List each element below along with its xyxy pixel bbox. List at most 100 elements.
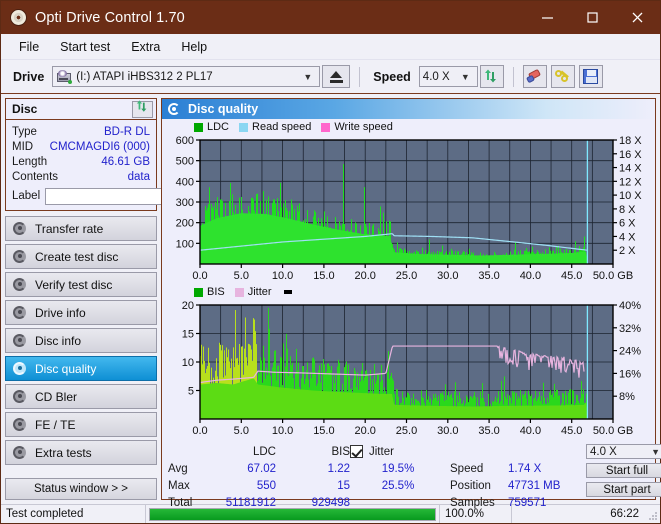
sidebar-item-extra-tests[interactable]: Extra tests xyxy=(5,440,157,465)
ldc-chart: LDC Read speed Write speed 100 200 300 400 5… xyxy=(162,119,655,284)
close-button[interactable] xyxy=(615,1,660,34)
speed-select[interactable]: 4.0 X ▼ xyxy=(418,66,478,87)
sidebar-item-label: FE / TE xyxy=(35,417,76,432)
stats-row-avg: Avg 67.02 1.22 xyxy=(168,460,350,477)
start-part-button[interactable]: Start part xyxy=(586,482,661,497)
main-area: Disc Type BD-R DL MID CMCMAGDI6 (000) Le… xyxy=(1,94,661,509)
eject-icon xyxy=(329,70,343,83)
chevron-down-icon: ▼ xyxy=(651,446,660,457)
stats-row-header: Max xyxy=(168,479,190,492)
stats-col-bis: BIS xyxy=(331,445,350,458)
erase-button[interactable] xyxy=(522,65,547,88)
eject-button[interactable] xyxy=(322,65,351,88)
legend-marker-icon xyxy=(283,290,292,294)
svg-text:0.0: 0.0 xyxy=(192,270,207,282)
runtime-row-position: Position 47731 MB xyxy=(450,477,586,494)
disc-rows: Type BD-R DL MID CMCMAGDI6 (000) Length … xyxy=(6,120,252,210)
menu-item-start-test[interactable]: Start test xyxy=(51,38,119,56)
runtime-key: Position xyxy=(450,479,491,492)
stats-col-ldc: LDC xyxy=(252,445,276,458)
bis-plot-svg: 5 10 15 20 8% 16% 24% 32% 40% 0.0 5.0 10.0 15.0 20.0 2… xyxy=(182,300,641,437)
bis-chart: BIS Jitter 5 10 15 20 8% 16% 24% 32% 40% 0.0 5.0 10… xyxy=(162,284,655,439)
app-window: Opti Drive Control 1.70 File Start test … xyxy=(0,0,661,524)
sidebar-item-drive-info[interactable]: Drive info xyxy=(5,300,157,325)
save-button[interactable] xyxy=(578,65,603,88)
svg-text:15.0: 15.0 xyxy=(313,270,334,282)
disc-row-key: Type xyxy=(12,125,37,138)
drive-select-value: (I:) ATAPI iHBS312 2 PL17 xyxy=(76,70,213,83)
svg-text:600: 600 xyxy=(176,135,194,147)
sidebar-item-disc-quality[interactable]: Disc quality xyxy=(5,356,157,381)
sidebar-item-fe-te[interactable]: FE / TE xyxy=(5,412,157,437)
legend-swatch-jitter xyxy=(234,287,244,297)
sidebar-item-label: Disc info xyxy=(35,333,82,348)
disc-panel-title: Disc xyxy=(12,102,38,116)
sidebar-item-disc-info[interactable]: Disc info xyxy=(5,328,157,353)
maximize-button[interactable] xyxy=(570,1,615,34)
svg-text:5.0: 5.0 xyxy=(234,425,249,437)
refresh-icon xyxy=(136,100,149,118)
status-window-button[interactable]: Status window > > xyxy=(5,478,157,500)
svg-text:25.0: 25.0 xyxy=(396,270,417,282)
floppy-save-icon xyxy=(583,69,599,84)
disc-refresh-button[interactable] xyxy=(132,100,153,118)
sidebar-item-label: Disc quality xyxy=(35,361,97,376)
svg-text:15.0: 15.0 xyxy=(313,425,334,437)
menu-item-help[interactable]: Help xyxy=(172,38,216,56)
stats-row-total: Total 51181912 929498 xyxy=(168,494,350,511)
sidebar-item-transfer-rate[interactable]: Transfer rate xyxy=(5,216,157,241)
stats-ldc-avg: 67.02 xyxy=(247,462,276,475)
disc-panel-header: Disc xyxy=(6,99,156,120)
settings-button[interactable] xyxy=(550,65,575,88)
svg-text:4 X: 4 X xyxy=(619,231,636,243)
sidebar-item-label: Extra tests xyxy=(35,445,92,460)
stats-row-header: Avg xyxy=(168,462,188,475)
svg-text:40%: 40% xyxy=(619,300,641,312)
refresh-icon xyxy=(484,69,500,85)
menu-item-extra[interactable]: Extra xyxy=(122,38,169,56)
minimize-button[interactable] xyxy=(525,1,570,34)
jitter-column: Jitter 19.5% 25.5% xyxy=(350,443,446,497)
svg-text:40.0: 40.0 xyxy=(520,270,541,282)
svg-text:50.0 GB: 50.0 GB xyxy=(593,270,633,282)
svg-text:35.0: 35.0 xyxy=(478,425,499,437)
svg-text:50.0 GB: 50.0 GB xyxy=(593,425,633,437)
title-bar: Opti Drive Control 1.70 xyxy=(1,1,660,34)
disc-test-icon xyxy=(13,305,27,320)
jitter-header-row: Jitter xyxy=(350,443,446,460)
stats-bis-avg: 1.22 xyxy=(327,462,350,475)
toolbar-divider xyxy=(512,66,514,87)
resize-grip-icon[interactable] xyxy=(644,505,660,523)
legend-swatch-write-speed xyxy=(321,122,331,132)
disc-row-key: Length xyxy=(12,155,48,168)
legend-swatch-ldc xyxy=(194,122,203,132)
refresh-button[interactable] xyxy=(479,65,504,88)
svg-text:32%: 32% xyxy=(619,323,641,335)
sidebar-item-cd-bler[interactable]: CD Bler xyxy=(5,384,157,409)
legend-label-bis: BIS xyxy=(207,286,225,298)
disc-test-icon xyxy=(13,361,27,376)
content-panel: Disc quality LDC Read speed Write speed … xyxy=(161,98,661,509)
speed-label: Speed xyxy=(373,69,411,84)
start-full-button[interactable]: Start full xyxy=(586,463,661,478)
svg-text:30.0: 30.0 xyxy=(437,270,458,282)
sidebar-item-verify-test-disc[interactable]: Verify test disc xyxy=(5,272,157,297)
jitter-avg: 19.5% xyxy=(381,462,415,475)
jitter-avg-row: 19.5% xyxy=(350,460,446,477)
jitter-header: Jitter xyxy=(350,445,394,458)
drive-select[interactable]: (I:) ATAPI iHBS312 2 PL17 ▼ xyxy=(52,66,321,87)
sidebar-item-create-test-disc[interactable]: Create test disc xyxy=(5,244,157,269)
svg-text:100: 100 xyxy=(176,238,194,250)
legend-swatch-read-speed xyxy=(239,122,249,132)
menu-item-file[interactable]: File xyxy=(10,38,48,56)
nav-buttons: Transfer rate Create test disc Verify te… xyxy=(5,216,157,465)
svg-text:15: 15 xyxy=(182,329,194,341)
charts-container: LDC Read speed Write speed 100 200 300 400 5… xyxy=(162,119,655,439)
svg-text:20.0: 20.0 xyxy=(354,425,375,437)
jitter-checkbox[interactable] xyxy=(350,445,363,458)
test-speed-select[interactable]: 4.0 X ▼ xyxy=(586,444,661,459)
stats-row-header: Total xyxy=(168,496,193,509)
toolbar: Drive (I:) ATAPI iHBS312 2 PL17 ▼ Speed … xyxy=(1,60,660,94)
runtime-row-samples: Samples 759571 xyxy=(450,494,586,511)
jitter-label: Jitter xyxy=(369,445,394,458)
